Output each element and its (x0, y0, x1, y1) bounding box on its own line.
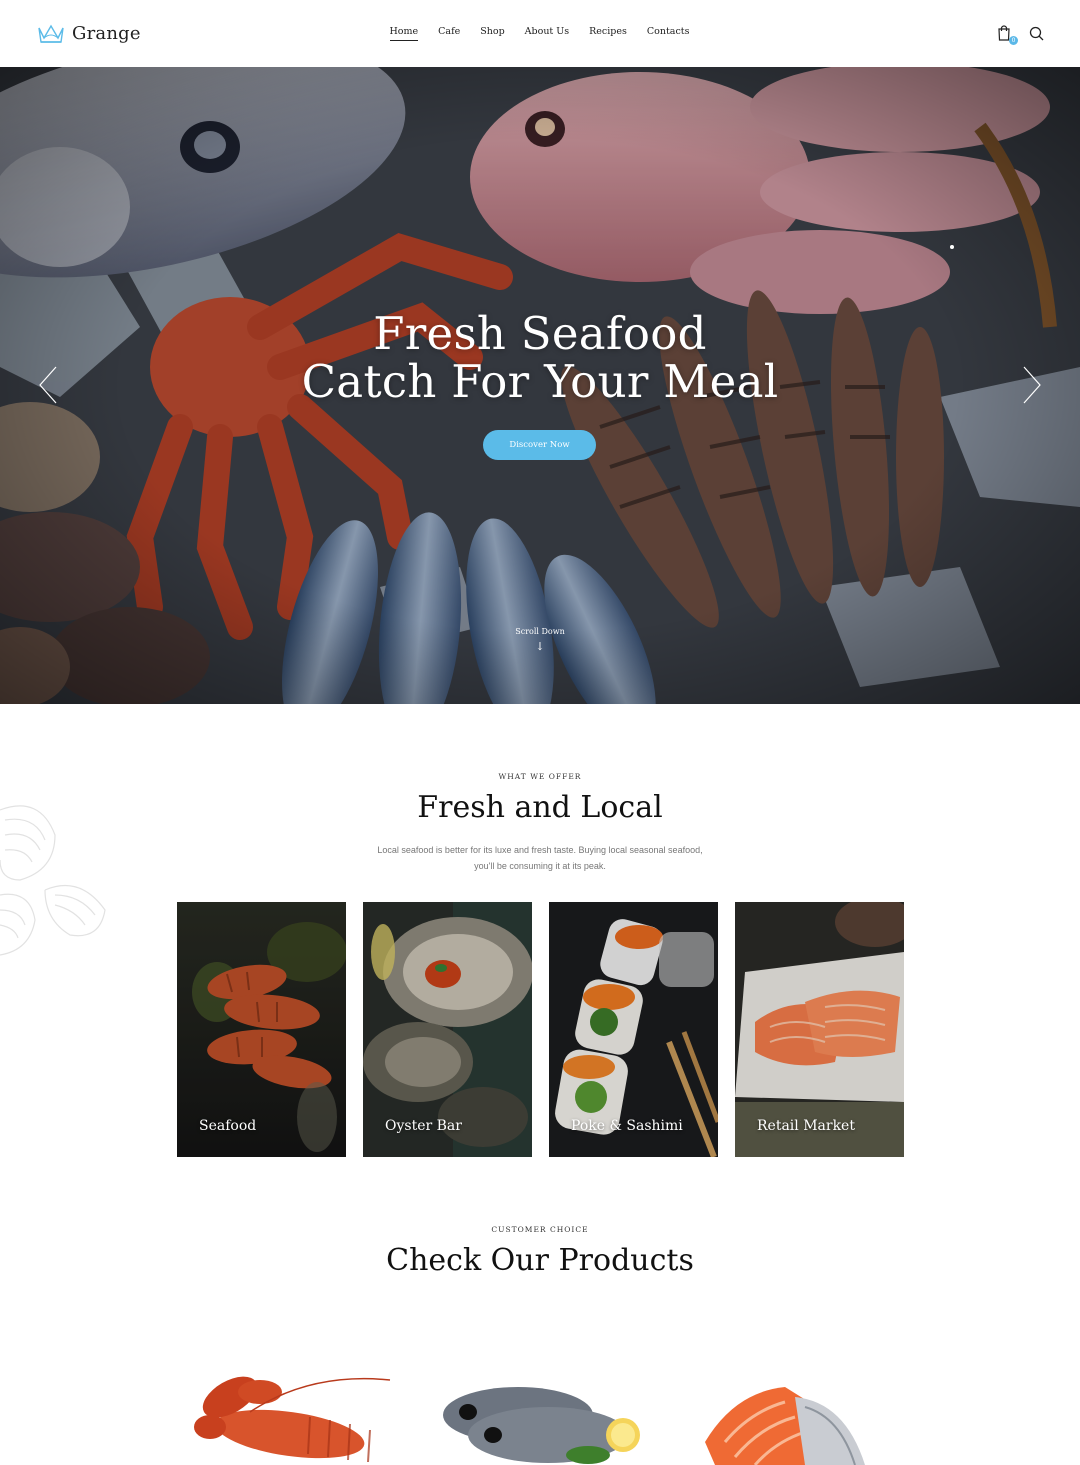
card-retail-market[interactable]: Retail Market (735, 902, 904, 1157)
scroll-down-link[interactable]: Scroll Down ↓ (0, 627, 1080, 653)
arrow-left-icon[interactable] (36, 365, 60, 405)
card-label-retail-market: Retail Market (757, 1118, 855, 1134)
nav-item-shop[interactable]: Shop (480, 26, 504, 41)
hero-slider: Fresh Seafood Catch For Your Meal Discov… (0, 67, 1080, 704)
site-header: Grange Home Cafe Shop About Us Recipes C… (0, 0, 1080, 67)
card-label-poke-sashimi: Poke & Sashimi (571, 1118, 683, 1134)
nav-item-home[interactable]: Home (389, 26, 418, 41)
products-eyebrow: CUSTOMER CHOICE (491, 1225, 589, 1234)
cart-button[interactable]: 0 (997, 25, 1018, 45)
hero-title-line-1: Fresh Seafood (373, 307, 707, 360)
discover-now-button[interactable]: Discover Now (483, 430, 596, 460)
card-label-seafood: Seafood (199, 1118, 257, 1134)
arrow-down-icon: ↓ (535, 640, 545, 653)
main-nav: Home Cafe Shop About Us Recipes Contacts (0, 26, 1080, 41)
offer-cards: Seafood Oyster Bar Poke & Sashimi Retail… (177, 902, 904, 1157)
arrow-right-icon[interactable] (1020, 365, 1044, 405)
product-salmon-steak[interactable] (695, 1372, 870, 1465)
nav-item-contacts[interactable]: Contacts (647, 26, 690, 41)
card-seafood[interactable]: Seafood (177, 902, 346, 1157)
product-sea-bream[interactable] (438, 1380, 643, 1465)
nav-item-recipes[interactable]: Recipes (589, 26, 627, 41)
nav-item-cafe[interactable]: Cafe (438, 26, 460, 41)
scroll-down-label: Scroll Down (515, 627, 565, 636)
cart-count-badge: 0 (1009, 36, 1018, 45)
offer-eyebrow: WHAT WE OFFER (498, 772, 582, 781)
hero-title: Fresh Seafood Catch For Your Meal (0, 310, 1080, 406)
products-title: Check Our Products (386, 1243, 694, 1278)
offer-description: Local seafood is better for its luxe and… (377, 845, 703, 871)
nav-item-about-us[interactable]: About Us (525, 26, 570, 41)
offer-title: Fresh and Local (417, 790, 663, 825)
slider-dot[interactable] (950, 245, 954, 249)
product-list (0, 1360, 1080, 1465)
hero-title-line-2: Catch For Your Meal (301, 355, 779, 408)
card-oyster-bar[interactable]: Oyster Bar (363, 902, 532, 1157)
card-label-oyster-bar: Oyster Bar (385, 1118, 462, 1134)
card-poke-sashimi[interactable]: Poke & Sashimi (549, 902, 718, 1157)
product-lobster[interactable] (190, 1372, 400, 1465)
search-icon[interactable] (1029, 26, 1044, 41)
